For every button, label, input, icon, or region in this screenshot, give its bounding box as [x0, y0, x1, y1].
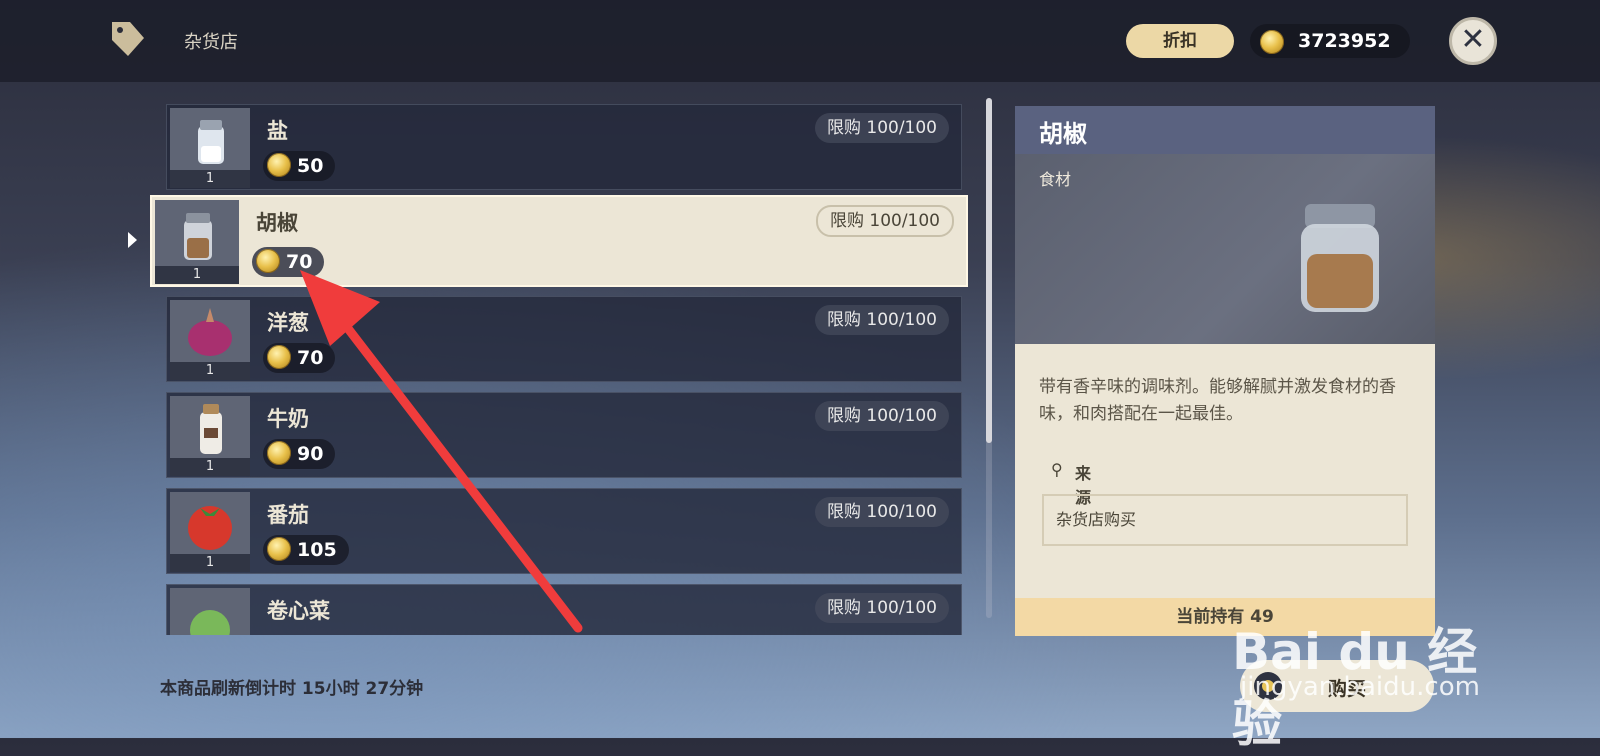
purchase-limit: 限购 100/100: [814, 497, 949, 527]
item-quantity: 1: [170, 170, 250, 188]
item-name: 番茄: [267, 503, 309, 527]
item-thumbnail: 1: [170, 396, 250, 476]
shop-item-milk[interactable]: 1 牛奶 90 限购 100/100: [166, 392, 962, 478]
selection-marker-icon: [128, 232, 137, 248]
mora-coin-icon: [1260, 30, 1284, 54]
detail-item-name: 胡椒: [1039, 120, 1087, 148]
item-list[interactable]: 1 盐 50 限购 100/100 1 胡椒 70 限购 100/100 1 洋…: [150, 100, 980, 635]
discount-button[interactable]: 折扣: [1126, 24, 1234, 58]
item-thumbnail: [170, 588, 250, 635]
close-button[interactable]: ✕: [1449, 17, 1497, 65]
shop-item-pepper[interactable]: 1 胡椒 70 限购 100/100: [150, 195, 968, 287]
shop-title: 杂货店: [184, 32, 238, 53]
watermark-url: jingyan.baidu.com: [1240, 672, 1480, 702]
tomato-icon: [188, 506, 232, 550]
location-pin-icon: ⚲: [1051, 460, 1063, 479]
list-scrollbar-thumb[interactable]: [986, 98, 992, 443]
detail-category: 食材: [1039, 170, 1072, 189]
pepper-shaker-icon: [184, 213, 212, 260]
mora-coin-icon: [256, 249, 280, 273]
mora-balance: 3723952: [1250, 24, 1410, 58]
cabbage-icon: [190, 610, 230, 635]
item-name: 胡椒: [256, 211, 298, 235]
detail-image-area: 食材: [1015, 154, 1435, 344]
item-quantity: 1: [170, 362, 250, 380]
source-value: 杂货店购买: [1042, 494, 1408, 546]
shop-item-salt[interactable]: 1 盐 50 限购 100/100: [166, 104, 962, 190]
salt-shaker-icon: [198, 120, 224, 164]
item-price: 90: [263, 439, 336, 469]
item-price: 105: [263, 535, 349, 565]
purchase-limit: 限购 100/100: [814, 113, 949, 143]
shop-item-onion[interactable]: 1 洋葱 70 限购 100/100: [166, 296, 962, 382]
item-name: 盐: [267, 119, 288, 143]
item-price: 70: [252, 247, 325, 277]
item-name: 洋葱: [267, 311, 309, 335]
top-bar: 杂货店 折扣 3723952 ✕: [0, 0, 1600, 82]
item-quantity: 1: [170, 458, 250, 476]
item-thumbnail: 1: [170, 300, 250, 380]
detail-header: 胡椒: [1015, 106, 1435, 154]
item-thumbnail: 1: [155, 200, 239, 284]
mora-coin-icon: [267, 537, 291, 561]
shop-item-cabbage[interactable]: 卷心菜 限购 100/100: [166, 584, 962, 635]
pepper-shaker-icon: [1301, 204, 1379, 312]
purchase-limit: 限购 100/100: [814, 305, 949, 335]
onion-icon: [188, 308, 232, 356]
price-tag-icon: [112, 22, 144, 56]
item-name: 牛奶: [267, 407, 309, 431]
milk-bottle-icon: [200, 404, 222, 454]
mora-coin-icon: [267, 441, 291, 465]
item-thumbnail: 1: [170, 108, 250, 188]
item-description: 带有香辛味的调味剂。能够解腻并激发食材的香味，和肉搭配在一起最佳。: [1039, 377, 1396, 424]
item-quantity: 1: [170, 554, 250, 572]
item-name: 卷心菜: [267, 599, 330, 623]
item-thumbnail: 1: [170, 492, 250, 572]
refresh-countdown: 本商品刷新倒计时 15小时 27分钟: [160, 679, 424, 699]
baidu-watermark: Bai du 经验 jingyan.baidu.com: [1232, 572, 1522, 753]
shop-item-tomato[interactable]: 1 番茄 105 限购 100/100: [166, 488, 962, 574]
mora-amount: 3723952: [1298, 30, 1391, 52]
item-price: 70: [263, 343, 336, 373]
item-quantity: 1: [155, 266, 239, 284]
purchase-limit: 限购 100/100: [815, 205, 954, 237]
purchase-limit: 限购 100/100: [814, 593, 949, 623]
mora-coin-icon: [267, 345, 291, 369]
mora-coin-icon: [267, 153, 291, 177]
purchase-limit: 限购 100/100: [814, 401, 949, 431]
item-detail-panel: 胡椒 食材 带有香辛味的调味剂。能够解腻并激发食材的香味，和肉搭配在一起最佳。 …: [1015, 106, 1435, 636]
item-price: 50: [263, 151, 336, 181]
